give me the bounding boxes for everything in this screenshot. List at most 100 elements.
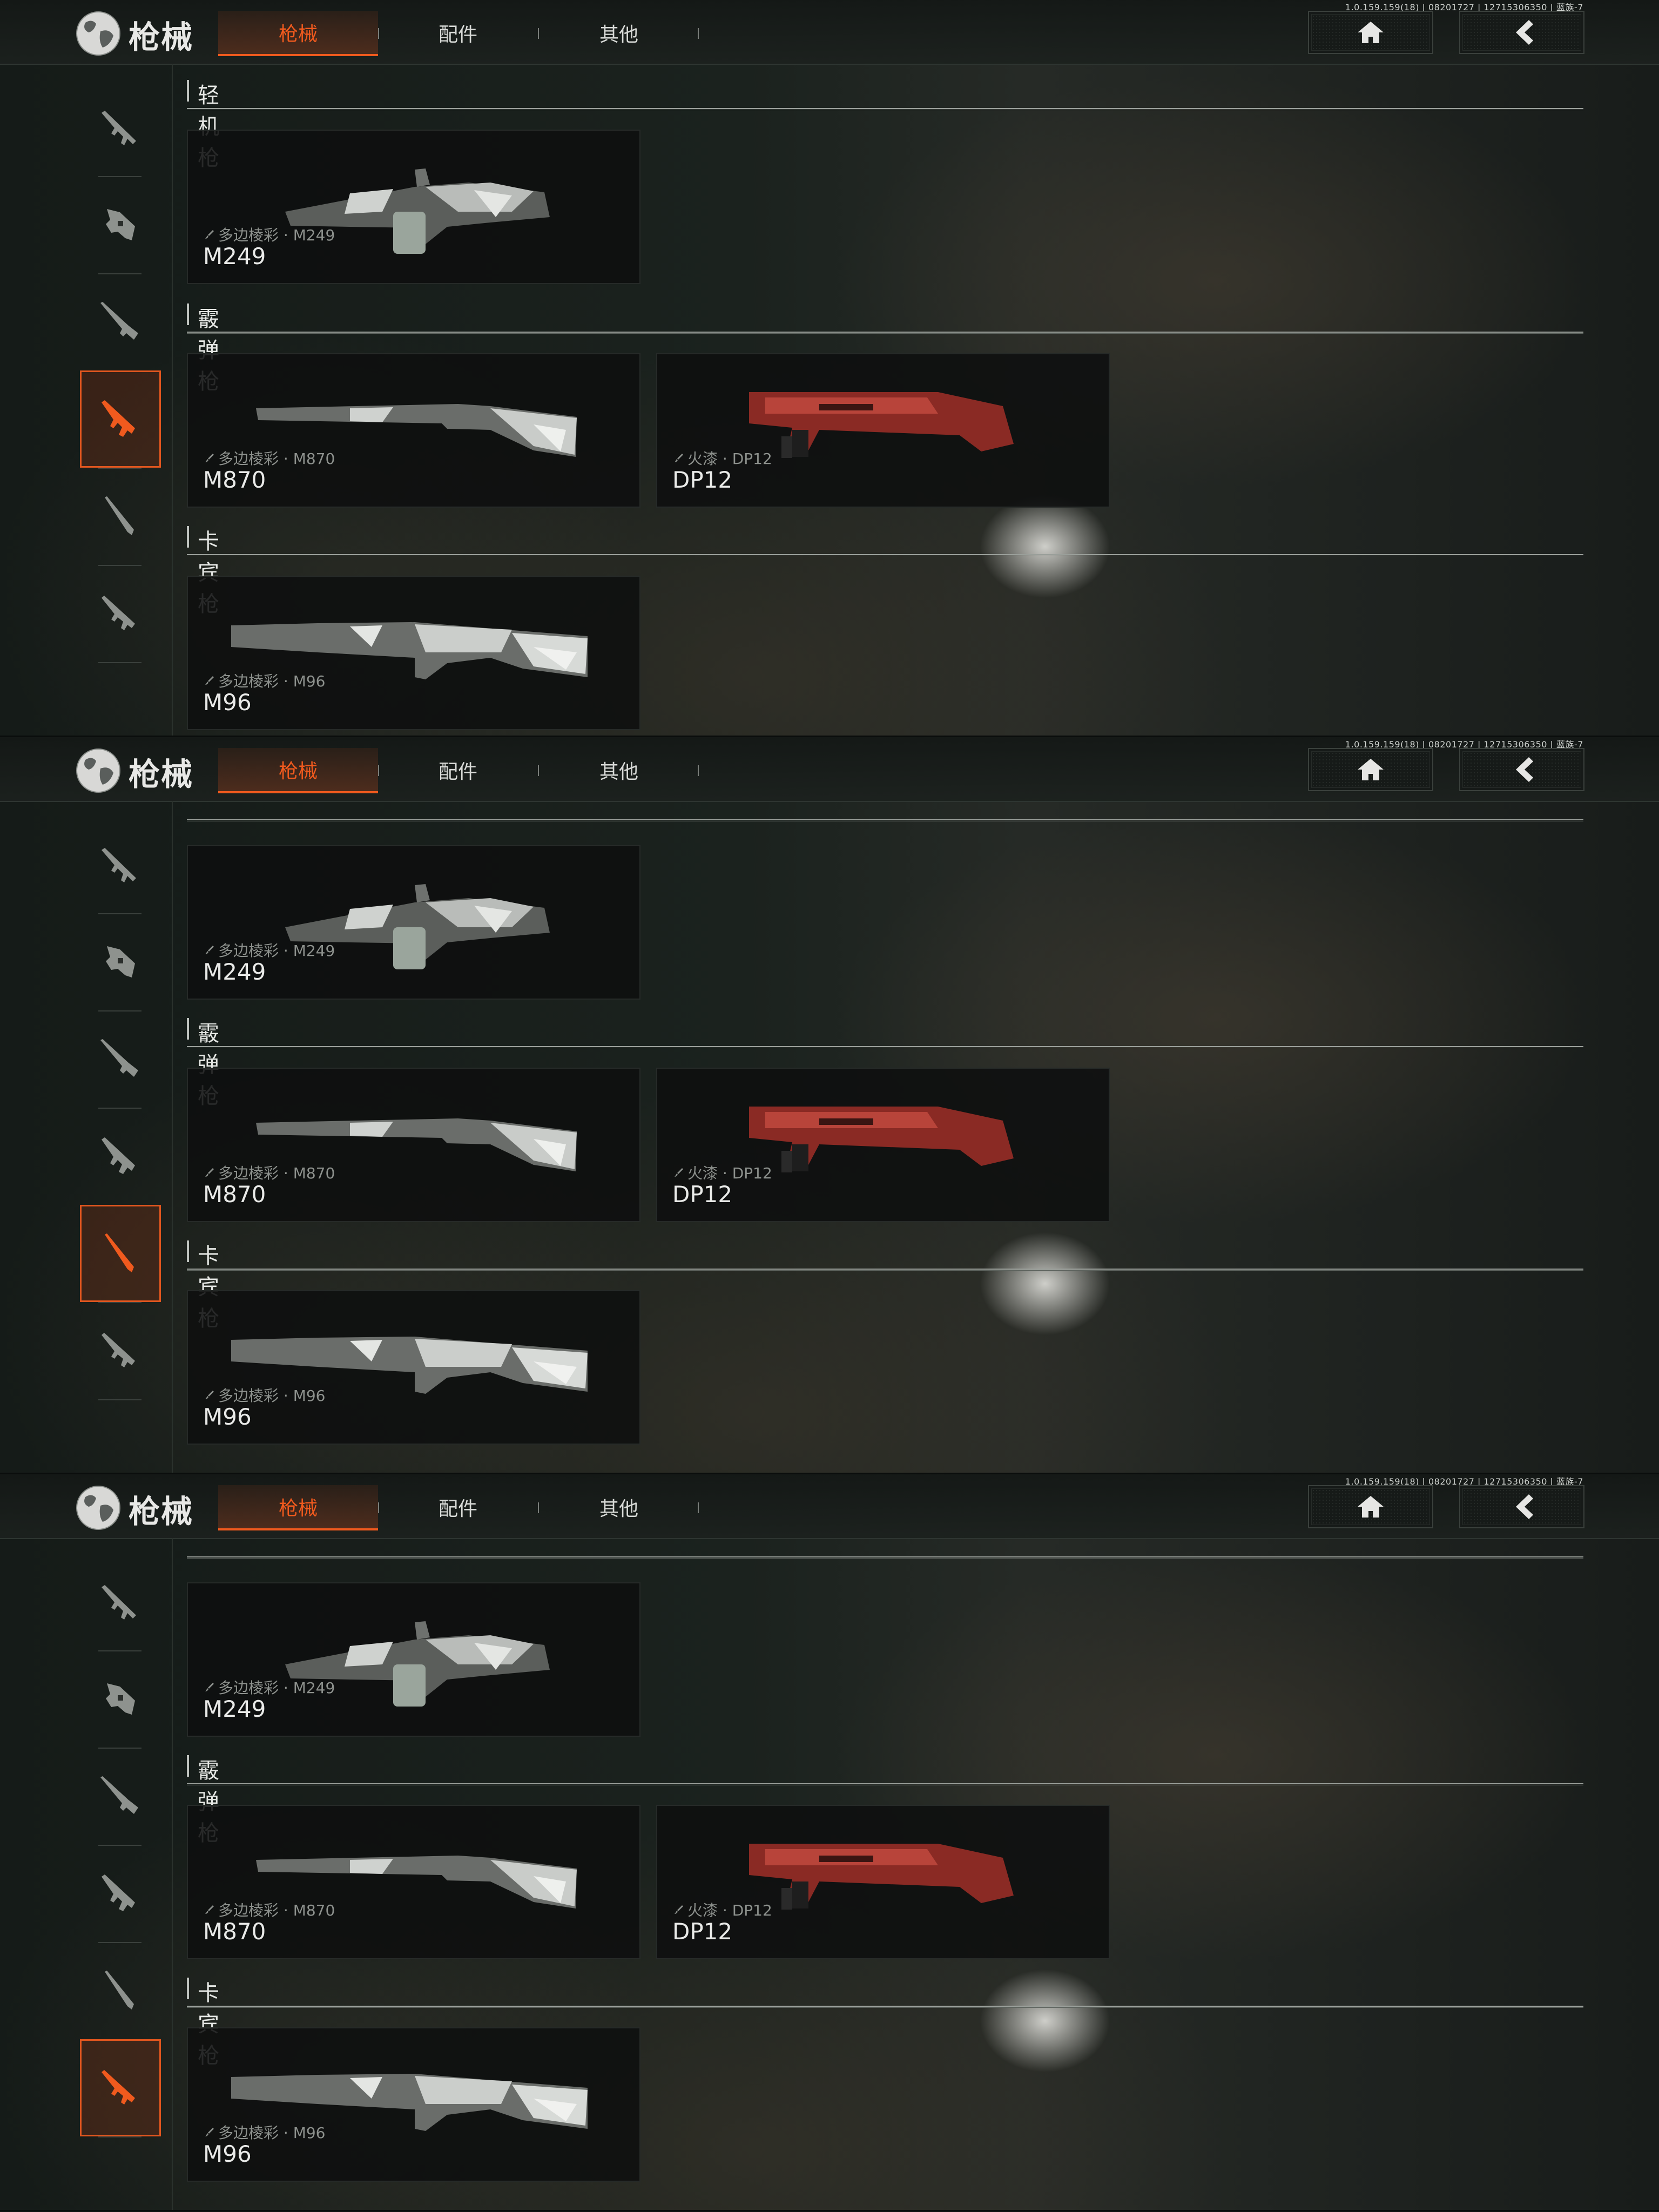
screenshot-stack: 1.0.159.159(18) | 08201727 | 12715306350…	[0, 0, 1659, 2212]
lmg-icon	[102, 1137, 135, 1174]
skin-label: 多边棱彩 · M249	[204, 1676, 335, 1698]
weapon-name: DP12	[672, 1918, 733, 1945]
sidebar-item-shotgun[interactable]	[80, 1205, 161, 1302]
page-title: 枪械	[129, 19, 194, 56]
sidebar-item-sniper[interactable]	[80, 1748, 161, 1845]
home-button[interactable]	[1308, 748, 1433, 791]
sidebar-item-shotgun[interactable]	[80, 1942, 161, 2039]
back-chevron-icon	[1516, 20, 1533, 45]
weapon-name: DP12	[672, 1181, 733, 1208]
weapon-card-m96[interactable]: 多边棱彩 · M96 M96	[187, 2027, 640, 2182]
home-button[interactable]	[1308, 1485, 1433, 1528]
sidebar-item-assault-rifle[interactable]	[80, 1553, 161, 1650]
smg-icon	[106, 209, 135, 240]
m96-weapon-image	[231, 1337, 588, 1394]
skin-label: 多边棱彩 · M870	[204, 1162, 335, 1183]
weapon-name: M96	[203, 1404, 252, 1430]
weapon-card-m870[interactable]: 多边棱彩 · M870 M870	[187, 1068, 640, 1222]
weapon-card-m96[interactable]: 多边棱彩 · M96 M96	[187, 1290, 640, 1445]
shotgun-icon	[105, 496, 134, 535]
weapon-card-m249[interactable]: 多边棱彩 · M249 M249	[187, 130, 640, 284]
sidebar-item-smg[interactable]	[80, 176, 161, 273]
weapon-card-m249[interactable]: 多边棱彩 · M249 M249	[187, 1582, 640, 1737]
top-bar: 1.0.159.159(18) | 08201727 | 12715306350…	[0, 737, 1659, 802]
weapon-name: M870	[203, 1181, 266, 1208]
weapon-name: M96	[203, 2141, 252, 2167]
home-icon	[1358, 22, 1384, 43]
tab-other[interactable]: 其他	[539, 1485, 699, 1529]
paint-brush-icon	[205, 1905, 214, 1914]
weapon-card-m96[interactable]: 多边棱彩 · M96 M96	[187, 576, 640, 730]
tab-attachments[interactable]: 配件	[378, 1485, 538, 1529]
skin-label: 多边棱彩 · M96	[204, 670, 326, 691]
carbine-icon	[102, 596, 135, 630]
shotgun-icon	[105, 1233, 134, 1272]
paint-brush-icon	[675, 1168, 683, 1177]
weapon-name: M96	[203, 689, 252, 716]
carbine-icon	[102, 1333, 135, 1367]
weapon-name: M870	[203, 467, 266, 493]
paint-brush-icon	[205, 676, 214, 685]
shotgun-icon	[105, 1971, 134, 2009]
paint-brush-icon	[205, 230, 214, 239]
sidebar-item-smg[interactable]	[80, 913, 161, 1010]
weapon-name: M249	[203, 1696, 266, 1722]
skin-label: 多边棱彩 · M96	[204, 1384, 326, 1406]
sidebar-item-carbine[interactable]	[80, 1302, 161, 1399]
sidebar-divider	[172, 801, 173, 1474]
tab-guns[interactable]: 枪械	[218, 1485, 378, 1530]
sidebar-divider	[172, 64, 173, 737]
sidebar-item-smg[interactable]	[80, 1650, 161, 1748]
sidebar-item-lmg[interactable]	[80, 1108, 161, 1205]
home-icon	[1358, 1496, 1384, 1518]
sidebar-item-carbine[interactable]	[80, 2039, 161, 2136]
tab-guns[interactable]: 枪械	[218, 748, 378, 793]
weapon-name: DP12	[672, 467, 733, 493]
paint-brush-icon	[675, 1905, 683, 1914]
skin-label: 多边棱彩 · M96	[204, 2121, 326, 2143]
tab-guns[interactable]: 枪械	[218, 11, 378, 56]
screen-3: 1.0.159.159(18) | 08201727 | 12715306350…	[0, 1474, 1659, 2211]
tab-divider	[698, 28, 699, 39]
weapon-card-m249[interactable]: 多边棱彩 · M249 M249	[187, 845, 640, 1000]
tab-attachments[interactable]: 配件	[378, 748, 538, 792]
assault-rifle-icon	[102, 1585, 136, 1620]
weapon-card-m870[interactable]: 多边棱彩 · M870 M870	[187, 1805, 640, 1959]
top-bar: 1.0.159.159(18) | 08201727 | 12715306350…	[0, 1474, 1659, 1539]
home-icon	[1358, 759, 1384, 780]
back-button[interactable]	[1459, 1485, 1584, 1528]
home-button[interactable]	[1308, 11, 1433, 54]
sidebar-item-assault-rifle[interactable]	[80, 79, 161, 176]
sidebar-item-carbine[interactable]	[80, 565, 161, 662]
weapon-card-dp12[interactable]: 火漆 · DP12 DP12	[656, 1068, 1110, 1222]
sidebar-item-assault-rifle[interactable]	[80, 816, 161, 913]
lmg-icon	[102, 1874, 135, 1911]
skin-label: 多边棱彩 · M870	[204, 447, 335, 469]
sidebar-item-sniper[interactable]	[80, 273, 161, 370]
back-chevron-icon	[1516, 1494, 1533, 1519]
paint-brush-icon	[205, 454, 214, 462]
weapon-card-dp12[interactable]: 火漆 · DP12 DP12	[656, 353, 1110, 508]
weapon-card-m870[interactable]: 多边棱彩 · M870 M870	[187, 353, 640, 508]
back-button[interactable]	[1459, 748, 1584, 791]
smg-icon	[106, 1683, 135, 1715]
weapon-name: M249	[203, 959, 266, 985]
sidebar-item-lmg[interactable]	[80, 1845, 161, 1942]
tab-other[interactable]: 其他	[539, 11, 699, 55]
sidebar-item-shotgun[interactable]	[80, 468, 161, 565]
sidebar-item-lmg[interactable]	[80, 370, 161, 468]
sidebar-item-sniper[interactable]	[80, 1010, 161, 1108]
skin-label: 火漆 · DP12	[673, 1899, 772, 1920]
globe-icon	[76, 1486, 120, 1530]
skin-label: 多边棱彩 · M249	[204, 939, 335, 961]
tab-other[interactable]: 其他	[539, 748, 699, 792]
skin-label: 多边棱彩 · M249	[204, 224, 335, 245]
paint-brush-icon	[205, 2128, 214, 2136]
assault-rifle-icon	[102, 848, 136, 882]
paint-brush-icon	[205, 946, 214, 954]
sidebar-divider	[172, 1538, 173, 2211]
sniper-icon	[100, 1776, 138, 1814]
tab-attachments[interactable]: 配件	[378, 11, 538, 55]
back-button[interactable]	[1459, 11, 1584, 54]
weapon-card-dp12[interactable]: 火漆 · DP12 DP12	[656, 1805, 1110, 1959]
